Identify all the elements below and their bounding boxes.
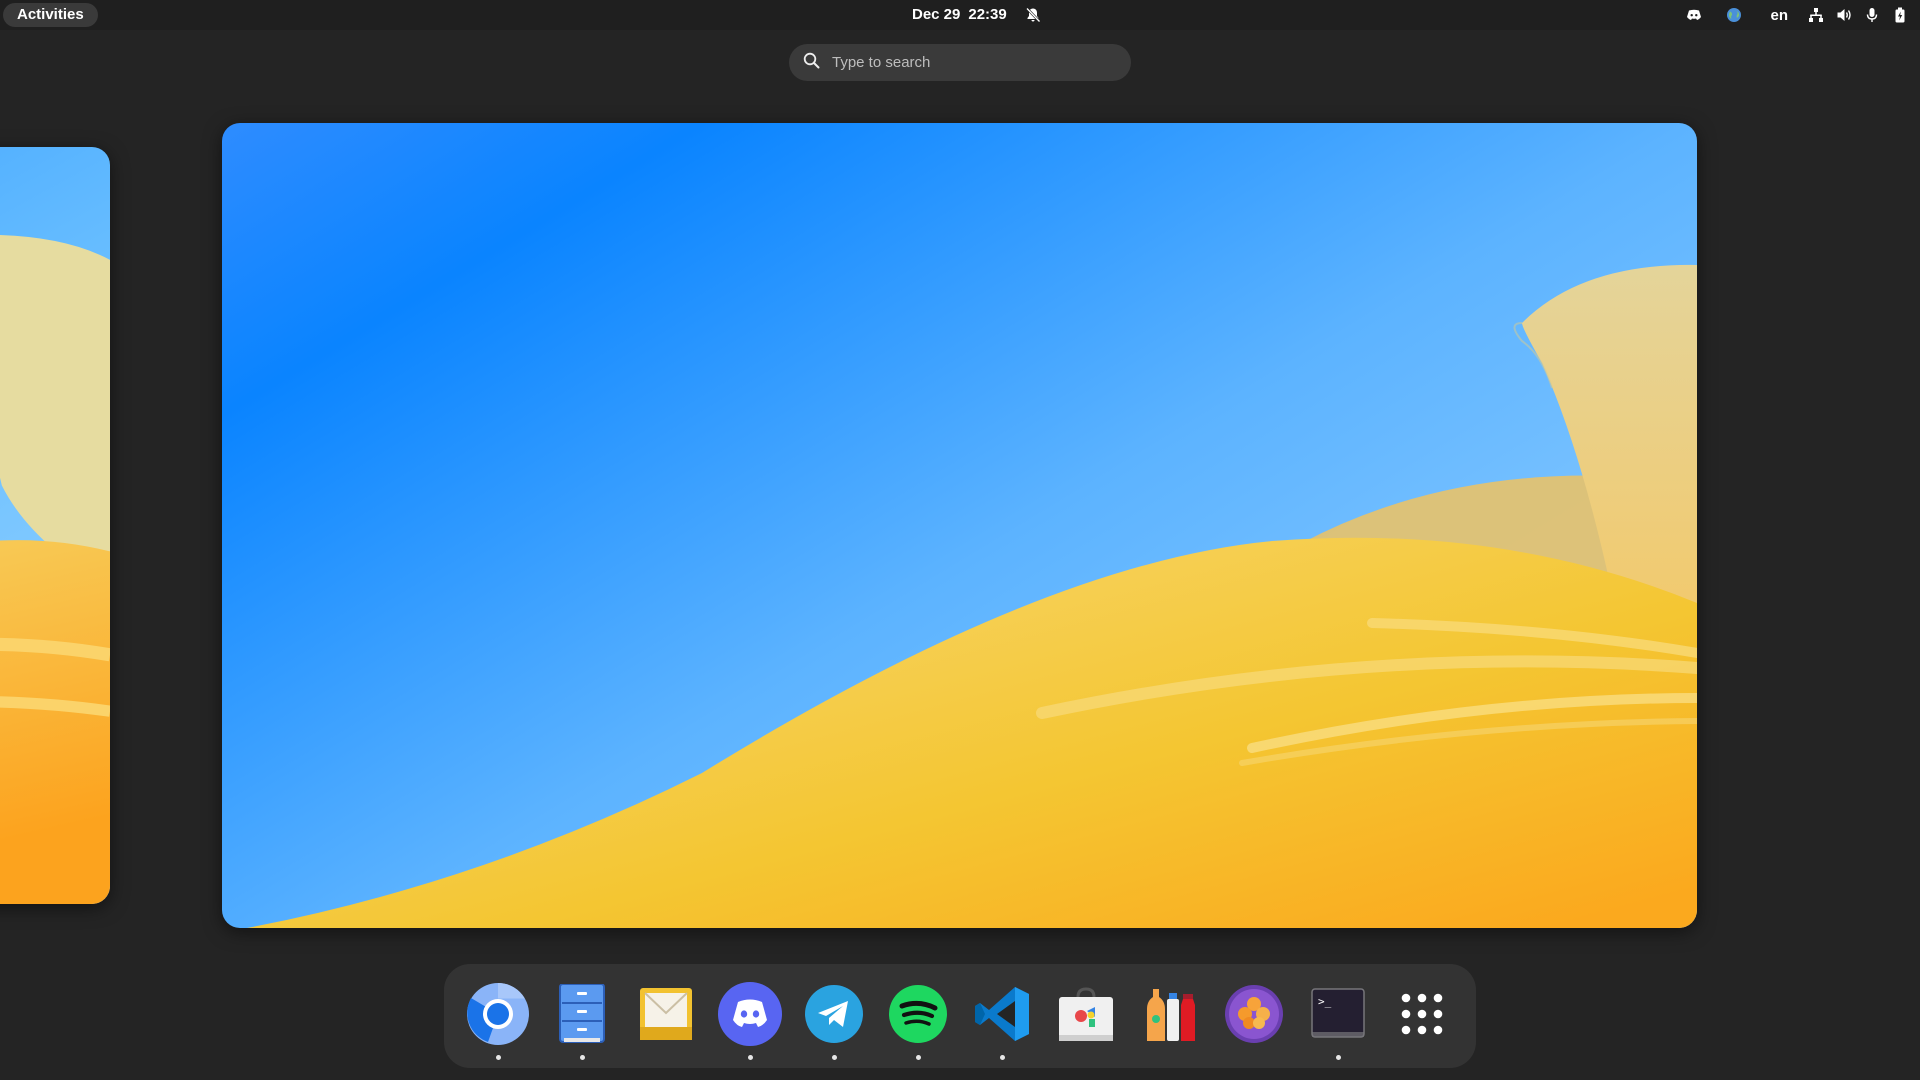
running-indicator — [1000, 1055, 1005, 1060]
dash-app-vscode[interactable] — [968, 982, 1036, 1060]
date-label: Dec 29 — [912, 6, 961, 23]
search-entry[interactable] — [789, 44, 1131, 81]
workspace-thumbnail-current[interactable] — [222, 123, 1697, 928]
dash: >_ — [444, 964, 1476, 1068]
dash-app-terminal[interactable]: >_ — [1304, 982, 1372, 1060]
volume-icon[interactable] — [1830, 0, 1858, 30]
software-store-icon — [1057, 985, 1115, 1048]
mail-icon — [639, 987, 693, 1046]
time-label: 22:39 — [968, 6, 1007, 23]
show-apps-button[interactable] — [1388, 982, 1456, 1050]
running-indicator — [748, 1055, 753, 1060]
dash-app-bottles[interactable] — [1136, 982, 1204, 1050]
discord-tray-icon[interactable] — [1676, 0, 1712, 30]
search-input[interactable] — [832, 54, 1112, 71]
files-icon — [558, 982, 606, 1049]
terminal-icon: >_ — [1311, 987, 1365, 1045]
dash-app-spotify[interactable] — [884, 982, 952, 1060]
notifications-off-icon — [1025, 7, 1041, 23]
running-indicator — [832, 1055, 837, 1060]
vscode-icon — [973, 985, 1031, 1048]
globe-icon[interactable] — [1712, 0, 1756, 30]
running-indicator — [580, 1055, 585, 1060]
flatseal-icon — [1224, 984, 1284, 1049]
bottles-icon — [1141, 985, 1199, 1048]
battery-icon[interactable] — [1886, 0, 1914, 30]
app-grid-icon — [1400, 992, 1444, 1041]
activities-button[interactable]: Activities — [3, 3, 98, 27]
keyboard-layout-indicator[interactable]: en — [1756, 7, 1802, 24]
microphone-icon[interactable] — [1858, 0, 1886, 30]
chromium-icon — [466, 982, 530, 1051]
workspace-thumbnail-previous[interactable] — [0, 147, 110, 904]
dash-app-chromium[interactable] — [464, 982, 532, 1060]
spotify-icon — [889, 984, 947, 1048]
svg-text:>_: >_ — [1318, 995, 1332, 1008]
system-tray[interactable]: en — [1676, 0, 1914, 30]
network-icon[interactable] — [1802, 0, 1830, 30]
clock[interactable]: Dec 29 22:39 — [912, 0, 1041, 30]
dash-app-files[interactable] — [548, 982, 616, 1060]
running-indicator — [1336, 1055, 1341, 1060]
running-indicator — [916, 1055, 921, 1060]
dash-app-flatseal[interactable] — [1220, 982, 1288, 1050]
dash-app-software[interactable] — [1052, 982, 1120, 1050]
dash-app-telegram[interactable] — [800, 982, 868, 1060]
search-icon — [803, 52, 820, 74]
running-indicator — [496, 1055, 501, 1060]
dash-app-discord[interactable] — [716, 981, 784, 1060]
discord-icon — [718, 981, 782, 1051]
dash-app-mail[interactable] — [632, 982, 700, 1050]
top-bar: Activities Dec 29 22:39 en — [0, 0, 1920, 30]
telegram-icon — [805, 984, 863, 1048]
